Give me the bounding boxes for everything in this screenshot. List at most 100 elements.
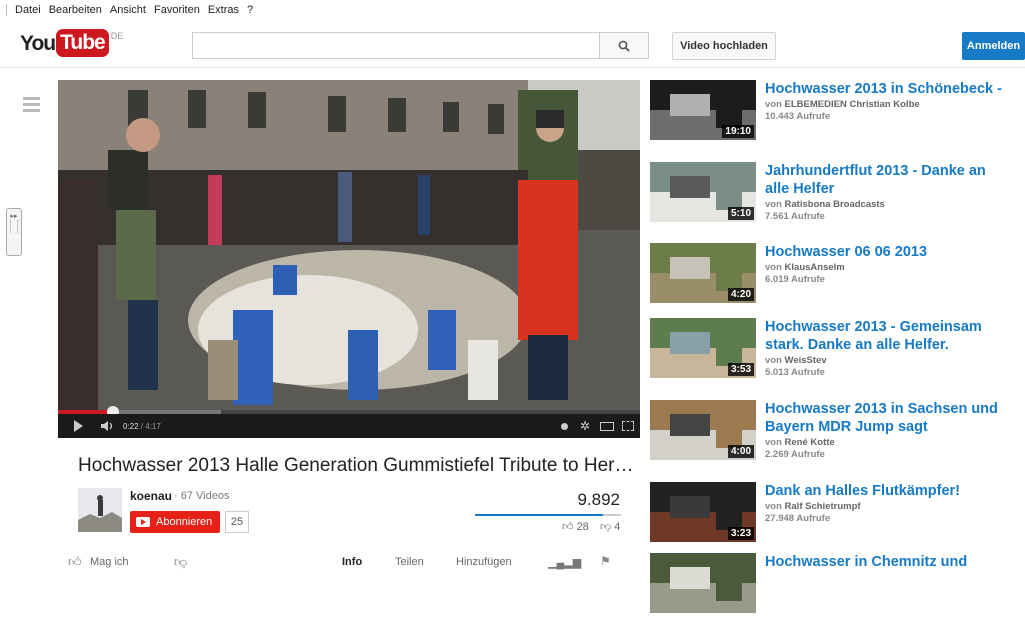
video-duration: 5:10 (727, 207, 754, 220)
related-video-channel-line: von Ralf Schietrumpf (765, 501, 1005, 513)
related-video-views: 7.561 Aufrufe (765, 211, 825, 222)
channel-name[interactable]: koenau (130, 489, 172, 503)
related-video-item[interactable]: Hochwasser in Chemnitz und (650, 553, 1020, 625)
like-ratio-fill (475, 514, 603, 516)
fullscreen-icon[interactable] (622, 421, 634, 431)
view-count: 9.892 (577, 490, 620, 509)
dislike-count-display: 👎︎ 4 (600, 520, 620, 533)
related-video-channel[interactable]: Ratisbona Broadcasts (785, 199, 885, 210)
menu-view[interactable]: Ansicht (110, 4, 146, 16)
video-player[interactable]: 0:22 / 4:17 ✲ (58, 80, 640, 438)
related-video-thumbnail[interactable]: 3:53 (650, 318, 756, 378)
video-frame-image (58, 80, 640, 410)
volume-icon[interactable] (101, 420, 115, 432)
stats-icon[interactable]: ▁▄▂▆ (548, 556, 581, 569)
like-count-display: 👍︎ 28 (562, 520, 589, 533)
related-video-channel[interactable]: René Kotte (785, 437, 835, 448)
player-controls: 0:22 / 4:17 ✲ (58, 414, 640, 438)
signin-button[interactable]: Anmelden (962, 32, 1025, 60)
search-button[interactable] (599, 32, 649, 59)
related-video-thumbnail[interactable]: 5:10 (650, 162, 756, 222)
related-video-title-text[interactable]: Dank an Halles Flutkämpfer! (765, 482, 1005, 500)
related-video-views: 6.019 Aufrufe (765, 274, 825, 285)
upload-button[interactable]: Video hochladen (672, 32, 776, 60)
related-video-title-text[interactable]: Hochwasser in Chemnitz und (765, 553, 1005, 571)
related-video-item[interactable]: 4:20 Hochwasser 06 06 2013 von KlausAnse… (650, 243, 1020, 315)
guide-menu-icon[interactable] (23, 97, 40, 115)
menu-edit[interactable]: Bearbeiten (49, 4, 102, 16)
related-video-item[interactable]: 3:53 Hochwasser 2013 - Gemeinsam stark. … (650, 318, 1020, 390)
related-video-title[interactable]: Hochwasser 06 06 2013 von KlausAnselm 6.… (765, 243, 1005, 286)
like-icon[interactable]: 👍︎ (68, 554, 82, 570)
related-video-item[interactable]: 3:23 Dank an Halles Flutkämpfer! von Ral… (650, 482, 1020, 554)
like-ratio-bar (475, 514, 621, 516)
subscribe-button[interactable]: Abonnieren (130, 511, 220, 533)
related-video-channel[interactable]: Ralf Schietrumpf (785, 501, 861, 512)
video-duration: 3:53 (727, 363, 754, 376)
related-video-thumbnail[interactable]: 3:23 (650, 482, 756, 542)
related-video-title[interactable]: Dank an Halles Flutkämpfer! von Ralf Sch… (765, 482, 1005, 525)
related-video-title-text[interactable]: Hochwasser 2013 - Gemeinsam stark. Danke… (765, 318, 1005, 354)
settings-icon[interactable]: ✲ (580, 419, 590, 433)
related-video-title[interactable]: Hochwasser 2013 in Sachsen und Bayern MD… (765, 400, 1005, 461)
related-video-title-text[interactable]: Hochwasser 06 06 2013 (765, 243, 1005, 261)
video-frame[interactable] (58, 80, 640, 410)
related-video-channel[interactable]: KlausAnselm (785, 262, 845, 273)
dislike-icon[interactable]: 👎︎ (174, 554, 187, 570)
theater-mode-icon[interactable] (600, 421, 614, 431)
video-duration: 3:23 (727, 527, 754, 540)
logo-country: DE (110, 31, 124, 41)
related-video-title[interactable]: Hochwasser in Chemnitz und (765, 553, 1005, 572)
play-icon[interactable] (74, 420, 83, 432)
sidebar-handle-icon[interactable]: ▸▸ ⋮⋮ ⋮⋮ (6, 208, 22, 256)
tab-share[interactable]: Teilen (395, 556, 424, 568)
related-video-channel-line: von Ratisbona Broadcasts (765, 199, 1005, 211)
channel-video-count: · 67 Videos (174, 490, 230, 502)
menu-help[interactable]: ? (247, 4, 253, 16)
like-count: 28 (576, 521, 589, 533)
related-video-channel[interactable]: ELBEMEDIEN Christian Kolbe (785, 99, 920, 110)
subscriber-count: 25 (225, 511, 249, 533)
logo-you: You (20, 32, 56, 55)
channel-avatar[interactable] (78, 488, 122, 532)
menu-file[interactable]: Datei (15, 4, 41, 16)
related-video-views: 2.269 Aufrufe (765, 449, 825, 460)
related-video-channel-line: von ELBEMEDIEN Christian Kolbe (765, 99, 1005, 111)
video-duration: 4:20 (727, 288, 754, 301)
youtube-play-icon (136, 517, 150, 527)
related-video-channel-line: von René Kotte (765, 437, 1005, 449)
related-video-item[interactable]: 5:10 Jahrhundertflut 2013 - Danke an all… (650, 162, 1020, 234)
by-prefix: von (765, 501, 782, 512)
related-video-title-text[interactable]: Hochwasser 2013 in Sachsen und Bayern MD… (765, 400, 1005, 436)
tab-info[interactable]: Info (342, 556, 362, 568)
youtube-logo[interactable]: You Tube DE (20, 29, 123, 59)
related-video-title-text[interactable]: Jahrhundertflut 2013 - Danke an alle Hel… (765, 162, 1005, 198)
video-duration: 4:00 (727, 445, 754, 458)
related-video-views: 5.013 Aufrufe (765, 367, 825, 378)
related-video-channel[interactable]: WeisStev (785, 355, 827, 366)
annotations-icon[interactable] (560, 422, 568, 430)
related-video-title[interactable]: Hochwasser 2013 in Schönebeck - von ELBE… (765, 80, 1005, 123)
tab-add-to[interactable]: Hinzufügen (456, 556, 512, 568)
logo-tube: Tube (56, 29, 109, 57)
related-video-item[interactable]: 19:10 Hochwasser 2013 in Schönebeck - vo… (650, 80, 1020, 152)
related-video-thumbnail[interactable]: 4:20 (650, 243, 756, 303)
related-video-title[interactable]: Jahrhundertflut 2013 - Danke an alle Hel… (765, 162, 1005, 223)
by-prefix: von (765, 437, 782, 448)
subscribe-label: Abonnieren (156, 516, 213, 528)
related-video-thumbnail[interactable]: 4:00 (650, 400, 756, 460)
time-separator: / (138, 421, 146, 431)
menu-extras[interactable]: Extras (208, 4, 239, 16)
flag-icon[interactable]: ⚑ (600, 554, 611, 568)
search-input[interactable] (192, 32, 620, 59)
related-video-thumbnail[interactable] (650, 553, 756, 613)
related-video-thumbnail[interactable]: 19:10 (650, 80, 756, 140)
browser-menubar: Datei Bearbeiten Ansicht Favoriten Extra… (0, 0, 1025, 20)
menu-favorites[interactable]: Favoriten (154, 4, 200, 16)
like-button[interactable]: Mag ich (90, 556, 129, 568)
dislike-count: 4 (614, 521, 621, 533)
thumbnail-image (650, 553, 756, 613)
related-video-title[interactable]: Hochwasser 2013 - Gemeinsam stark. Danke… (765, 318, 1005, 379)
related-video-item[interactable]: 4:00 Hochwasser 2013 in Sachsen und Baye… (650, 400, 1020, 472)
related-video-title-text[interactable]: Hochwasser 2013 in Schönebeck - (765, 80, 1005, 98)
